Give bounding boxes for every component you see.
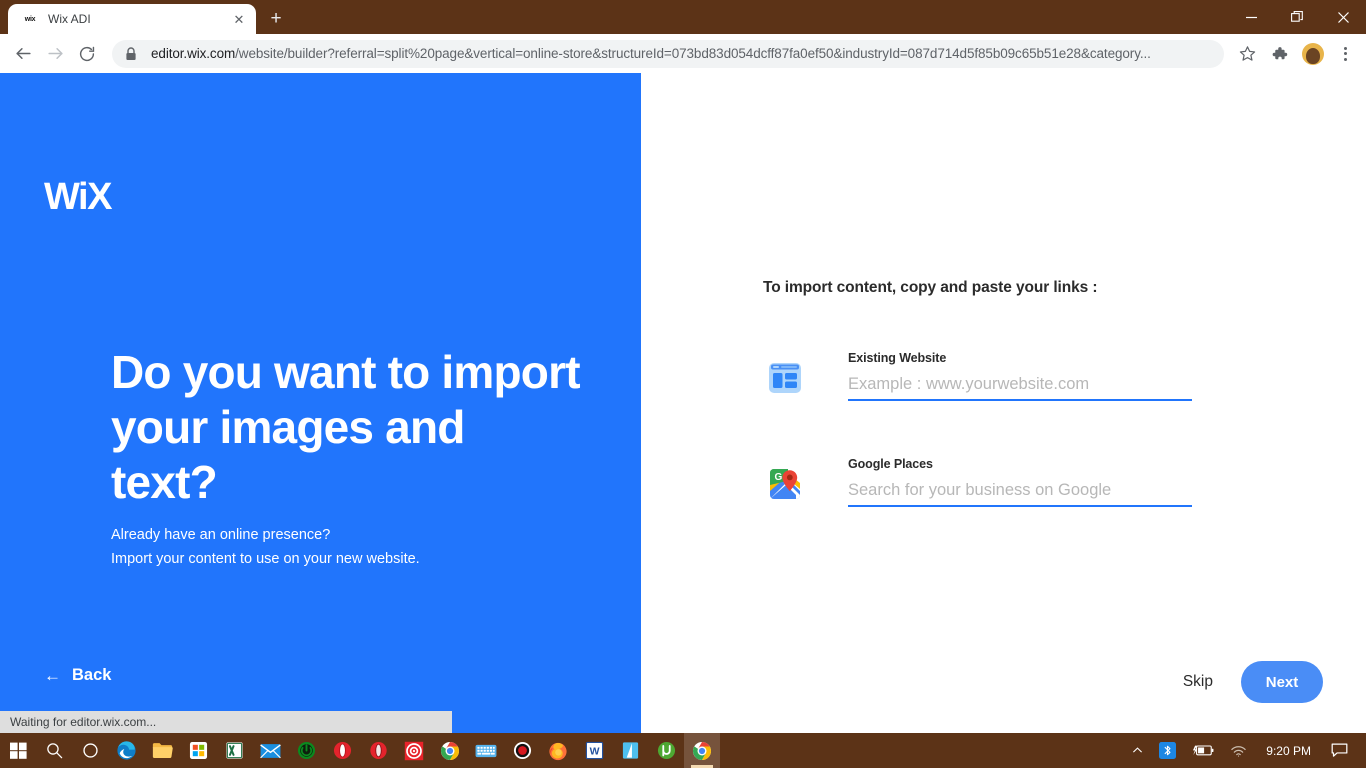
restore-icon[interactable] (1274, 0, 1320, 34)
start-button[interactable] (0, 733, 36, 768)
system-tray: 9:20 PM (1125, 733, 1366, 768)
form-title: To import content, copy and paste your l… (763, 279, 1098, 296)
browser-titlebar: wix Wix ADI ✕ + (0, 0, 1366, 34)
hero-subtitle: Already have an online presence? Import … (111, 523, 420, 571)
forward-arrow-icon[interactable] (40, 39, 70, 69)
url-text: editor.wix.com/website/builder?referral=… (151, 46, 1151, 61)
window-controls (1228, 0, 1366, 34)
utorrent-button[interactable] (648, 733, 684, 768)
skip-button[interactable]: Skip (1183, 673, 1213, 691)
microsoft-store-button[interactable] (180, 733, 216, 768)
edge-button[interactable] (108, 733, 144, 768)
wix-favicon-icon: wix (24, 15, 36, 23)
status-text: Waiting for editor.wix.com... (10, 715, 157, 729)
power-app-button[interactable] (288, 733, 324, 768)
battery-charging-icon[interactable] (1185, 733, 1221, 768)
file-explorer-button[interactable] (144, 733, 180, 768)
status-bar: Waiting for editor.wix.com... (0, 711, 452, 733)
url-path: /website/builder?referral=split%20page&v… (235, 46, 1151, 61)
import-form-panel: To import content, copy and paste your l… (641, 73, 1366, 733)
target-app-button[interactable] (396, 733, 432, 768)
svg-text:G: G (775, 472, 783, 483)
next-button[interactable]: Next (1241, 661, 1323, 703)
chrome-button[interactable] (432, 733, 468, 768)
blue-app-button[interactable] (612, 733, 648, 768)
windows-taskbar: W 9:20 PM (0, 733, 1366, 768)
existing-website-input[interactable] (848, 374, 1192, 401)
chrome-active-button[interactable] (684, 733, 720, 768)
lock-icon (125, 46, 139, 61)
taskbar-items: W (0, 733, 720, 768)
tab-title: Wix ADI (48, 12, 91, 26)
back-arrow-icon: ← (44, 666, 61, 685)
keyboard-button[interactable] (468, 733, 504, 768)
hero-panel: WiX Do you want to import your images an… (0, 73, 641, 733)
firefox-button[interactable] (540, 733, 576, 768)
mail-button[interactable] (252, 733, 288, 768)
google-places-input[interactable] (848, 480, 1192, 507)
window-close-icon[interactable] (1320, 0, 1366, 34)
word-button[interactable]: W (576, 733, 612, 768)
browser-tab[interactable]: wix Wix ADI ✕ (8, 4, 256, 34)
bluetooth-icon[interactable] (1152, 733, 1183, 768)
new-tab-button[interactable]: + (262, 4, 290, 32)
minimize-icon[interactable] (1228, 0, 1274, 34)
tab-strip: wix Wix ADI ✕ + (0, 0, 290, 34)
wix-logo: WiX (44, 176, 112, 218)
hero-subtitle-line2: Import your content to use on your new w… (111, 551, 420, 567)
hero-subtitle-line1: Already have an online presence? (111, 527, 331, 543)
svg-text:W: W (589, 747, 599, 758)
browser-window: wix Wix ADI ✕ + editor.wix.com/website/b… (0, 0, 1366, 768)
browser-toolbar: editor.wix.com/website/builder?referral=… (0, 34, 1366, 73)
three-dot-menu-icon[interactable] (1332, 39, 1358, 69)
back-button[interactable]: ← Back (44, 666, 111, 685)
excel-button[interactable] (216, 733, 252, 768)
google-places-label: Google Places (848, 457, 933, 471)
tab-close-icon[interactable]: ✕ (230, 10, 248, 28)
star-icon[interactable] (1232, 39, 1262, 69)
page-title: Do you want to import your images and te… (111, 346, 581, 508)
cortana-button[interactable] (72, 733, 108, 768)
existing-website-field: Existing Website (848, 351, 1202, 401)
clock[interactable]: 9:20 PM (1256, 744, 1321, 758)
record-button[interactable] (504, 733, 540, 768)
puzzle-icon[interactable] (1264, 39, 1294, 69)
google-places-field: Google Places (848, 457, 1202, 507)
google-places-row: G Google Places (766, 457, 1202, 507)
url-domain: editor.wix.com (151, 46, 236, 61)
footer-actions: Skip Next (1183, 661, 1323, 703)
page-viewport: WiX Do you want to import your images an… (0, 73, 1366, 733)
back-button-label: Back (72, 666, 112, 684)
address-bar[interactable]: editor.wix.com/website/builder?referral=… (112, 39, 1224, 68)
google-maps-icon: G (766, 465, 804, 503)
back-arrow-icon[interactable] (8, 39, 38, 69)
existing-website-row: Existing Website (766, 351, 1202, 401)
search-button[interactable] (36, 733, 72, 768)
opera-gx-button[interactable] (360, 733, 396, 768)
notification-icon[interactable] (1323, 733, 1360, 768)
avatar[interactable] (1302, 42, 1324, 65)
reload-icon[interactable] (72, 39, 102, 69)
existing-website-label: Existing Website (848, 351, 947, 365)
website-layout-icon (766, 359, 804, 397)
opera-button[interactable] (324, 733, 360, 768)
chevron-up-icon[interactable] (1125, 733, 1150, 768)
wifi-icon[interactable] (1223, 733, 1254, 768)
